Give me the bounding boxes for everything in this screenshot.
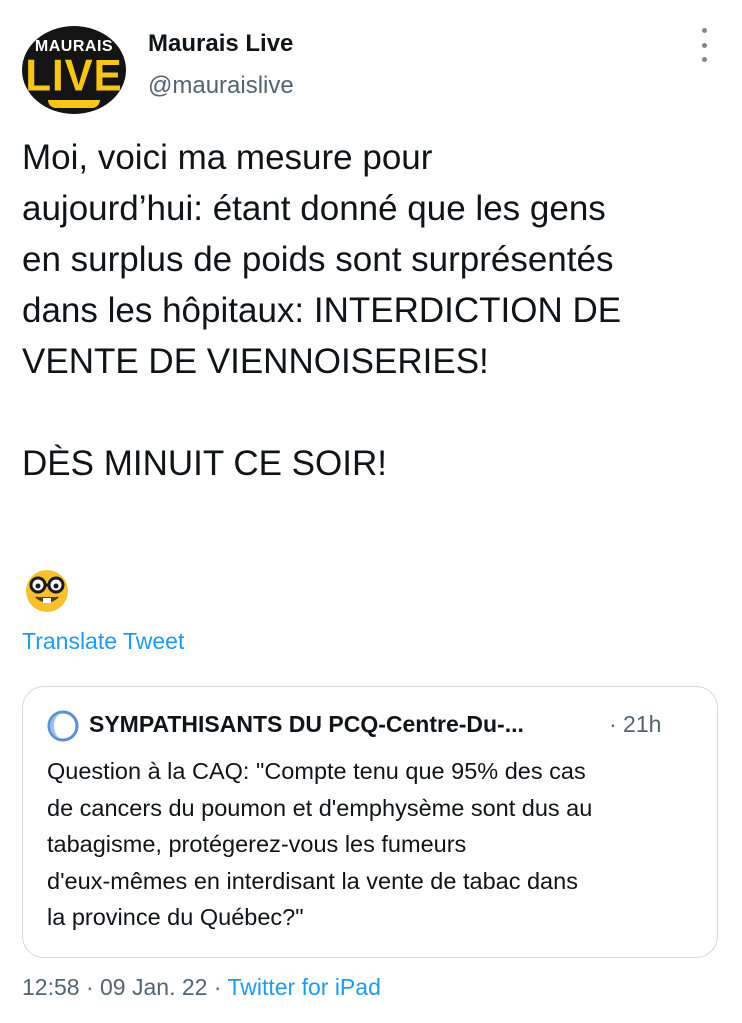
tweet-text: Moi, voici ma mesure pour aujourd’hui: é… — [22, 138, 622, 483]
translate-tweet-link[interactable]: Translate Tweet — [22, 628, 184, 655]
tweet-meta: 12:58 · 09 Jan. 22 · Twitter for iPad — [22, 974, 381, 1001]
quoted-author-name[interactable]: SYMPATHISANTS DU PCQ-Centre-Du-... — [89, 711, 524, 738]
tweet-source-link[interactable]: Twitter for iPad — [227, 974, 380, 1000]
user-handle[interactable]: @mauraislive — [148, 72, 294, 100]
avatar-logo-bar — [48, 100, 100, 108]
more-options-icon[interactable] — [694, 28, 714, 62]
more-dot — [701, 28, 707, 33]
quoted-author-avatar-icon — [47, 710, 79, 742]
quoted-tweet-time[interactable]: · 21h — [609, 711, 661, 738]
avatar[interactable]: MAURAIS LIVE — [22, 26, 126, 114]
meta-separator: · — [79, 974, 101, 1000]
nerd-face-emoji-icon — [26, 570, 68, 612]
display-name[interactable]: Maurais Live — [148, 30, 293, 58]
avatar-logo-main: LIVE — [25, 50, 123, 101]
more-dot — [701, 57, 707, 62]
tweet-time[interactable]: 12:58 — [22, 974, 80, 1000]
quoted-tweet-card[interactable]: SYMPATHISANTS DU PCQ-Centre-Du-... · 21h… — [22, 686, 718, 958]
meta-separator: · — [207, 974, 228, 1000]
quoted-tweet-text: Question à la CAQ: "Compte tenu que 95% … — [47, 758, 593, 930]
tweet-date[interactable]: 09 Jan. 22 — [100, 974, 207, 1000]
more-dot — [701, 42, 707, 48]
